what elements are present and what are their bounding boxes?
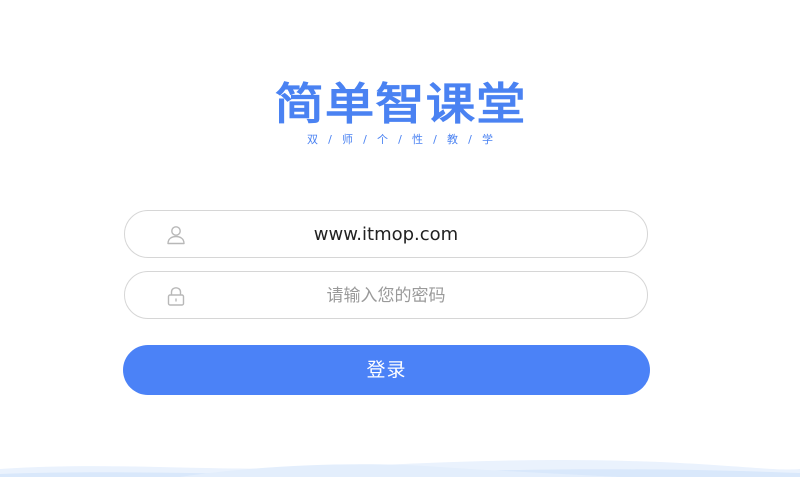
slogan-char: 个: [377, 133, 388, 146]
slogan-char: 性: [412, 133, 423, 146]
logo-title: 简单智课堂: [274, 79, 526, 130]
brand-logo: 简单智课堂 双 / 师 / 个 / 性 / 教 / 学: [0, 80, 800, 148]
slogan-separator: /: [398, 133, 402, 146]
password-input[interactable]: [125, 272, 647, 320]
slogan-char: 学: [482, 133, 493, 146]
logo-slogan: 双 / 师 / 个 / 性 / 教 / 学: [0, 132, 800, 148]
login-page: 简单智课堂 双 / 师 / 个 / 性 / 教 / 学 www.itmop.co…: [0, 0, 800, 477]
decorative-waves: [0, 460, 800, 477]
slogan-char: 师: [342, 133, 353, 146]
slogan-char: 双: [307, 133, 318, 146]
username-field[interactable]: www.itmop.com: [124, 210, 648, 258]
slogan-separator: /: [363, 133, 367, 146]
slogan-separator: /: [328, 133, 332, 146]
slogan-separator: /: [468, 133, 472, 146]
login-button[interactable]: 登录: [123, 345, 650, 395]
username-value[interactable]: www.itmop.com: [125, 211, 647, 259]
password-field[interactable]: [124, 271, 648, 320]
slogan-separator: /: [433, 133, 437, 146]
slogan-char: 教: [447, 133, 458, 146]
